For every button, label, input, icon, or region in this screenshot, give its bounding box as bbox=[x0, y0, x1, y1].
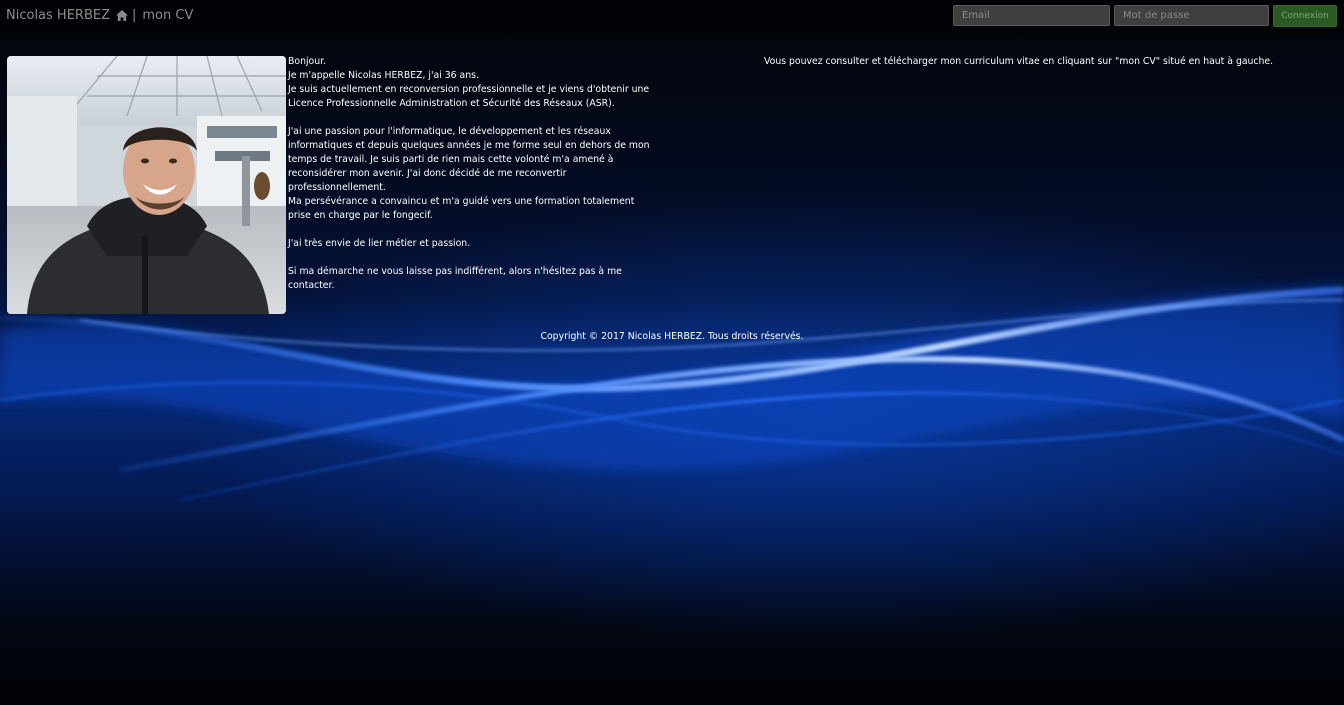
intro-desire-line: J'ai très envie de lier métier et passio… bbox=[288, 238, 471, 249]
cv-link-label: mon CV bbox=[142, 8, 194, 23]
top-navbar: Nicolas HERBEZ | mon CV Connexion bbox=[0, 0, 1344, 34]
intro-greeting: Bonjour. bbox=[288, 56, 327, 67]
intro-name-line: Je m'appelle Nicolas HERBEZ, j'ai 36 ans… bbox=[288, 70, 479, 81]
email-input[interactable] bbox=[953, 5, 1110, 26]
home-icon bbox=[115, 10, 128, 21]
brand-link[interactable]: Nicolas HERBEZ bbox=[6, 8, 129, 23]
password-input[interactable] bbox=[1114, 5, 1269, 26]
intro-contact-line: Si ma démarche ne vous laisse pas indiff… bbox=[288, 266, 622, 291]
intro-perseverance-line: Ma persévérance a convaincu et m'a guidé… bbox=[288, 196, 635, 221]
brand-name: Nicolas HERBEZ bbox=[6, 8, 110, 23]
intro-text: Bonjour. Je m'appelle Nicolas HERBEZ, j'… bbox=[288, 55, 658, 293]
cv-nav-link[interactable]: | mon CV bbox=[132, 8, 193, 23]
copyright-footer: Copyright © 2017 Nicolas HERBEZ. Tous dr… bbox=[540, 331, 804, 342]
nav-separator: | bbox=[132, 8, 137, 23]
intro-passion-paragraph: J'ai une passion pour l'informatique, le… bbox=[288, 126, 650, 193]
intro-reconversion-line: Je suis actuellement en reconversion pro… bbox=[288, 84, 650, 109]
profile-photo bbox=[7, 56, 286, 314]
login-button[interactable]: Connexion bbox=[1273, 5, 1337, 27]
cv-download-note: Vous pouvez consulter et télécharger mon… bbox=[764, 56, 1274, 67]
page: Nicolas HERBEZ | mon CV Connexion bbox=[0, 0, 1344, 705]
